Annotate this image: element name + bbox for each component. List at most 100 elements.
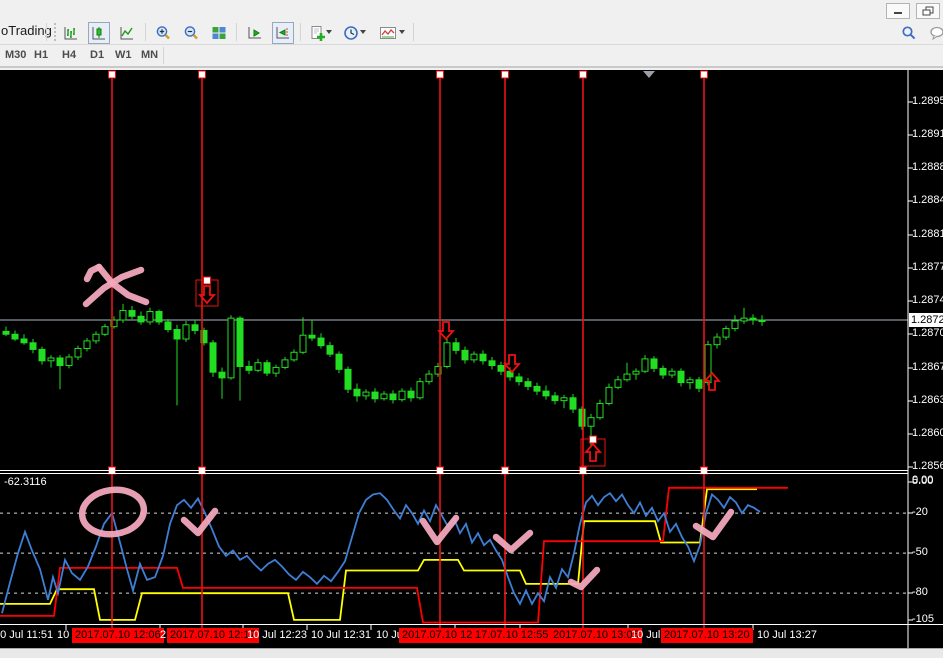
- tf-mn[interactable]: MN: [138, 48, 161, 62]
- candle: [344, 366, 352, 394]
- zoom-in-button[interactable]: [152, 22, 174, 44]
- candle: [209, 339, 217, 377]
- search-button[interactable]: [898, 22, 920, 44]
- candle: [371, 388, 379, 403]
- candlestick-chart-button[interactable]: [88, 22, 110, 44]
- candle: [254, 358, 262, 373]
- tf-h4[interactable]: H4: [59, 48, 79, 62]
- candle: [497, 361, 505, 376]
- indicator-scale-label: -105: [912, 613, 935, 625]
- vline-handle-top[interactable]: [108, 70, 116, 79]
- indicators-button[interactable]: [306, 22, 328, 44]
- minimize-icon: [894, 12, 902, 14]
- candle: [380, 391, 388, 401]
- sell-arrow-icon[interactable]: [437, 321, 455, 341]
- price-scale-label: 1.2860: [912, 427, 943, 439]
- templates-icon: [380, 27, 396, 39]
- auto-scroll-button[interactable]: [244, 22, 266, 44]
- arrow-handle[interactable]: [203, 276, 211, 285]
- candle: [20, 334, 28, 345]
- arrow-handle[interactable]: [589, 435, 597, 444]
- candle: [488, 357, 496, 370]
- candle: [650, 356, 658, 373]
- autotrading-button[interactable]: oTrading: [1, 23, 52, 38]
- candle: [353, 383, 361, 402]
- annotation-circle[interactable]: [78, 486, 148, 538]
- zoom-out-button[interactable]: [180, 22, 202, 44]
- periods-button[interactable]: [340, 22, 362, 44]
- candle: [677, 368, 685, 387]
- chat-icon: [929, 26, 943, 41]
- price-scale-label: 1.2877: [912, 261, 943, 273]
- candle: [560, 394, 568, 409]
- auto-scroll-icon: [248, 27, 261, 39]
- candle: [452, 338, 460, 355]
- candle: [614, 375, 622, 390]
- line-chart-button[interactable]: [116, 22, 138, 44]
- vline-handle-top[interactable]: [501, 70, 509, 79]
- zoom-in-icon: [156, 26, 170, 40]
- tf-m30[interactable]: M30: [2, 48, 29, 62]
- vline-handle-top[interactable]: [579, 70, 587, 79]
- candle: [308, 320, 316, 341]
- vline-handle-top[interactable]: [700, 70, 708, 79]
- candle: [173, 324, 181, 406]
- annotation-checkmark[interactable]: [692, 508, 735, 541]
- tf-d1[interactable]: D1: [87, 48, 107, 62]
- templates-button[interactable]: [377, 22, 399, 44]
- candle: [524, 377, 532, 391]
- candle: [74, 345, 82, 360]
- annotation-checkmark[interactable]: [180, 507, 219, 537]
- chart-shift-icon: [276, 27, 289, 39]
- annotation-checkmark[interactable]: [567, 566, 601, 591]
- periods-dropdown-caret[interactable]: [360, 30, 366, 34]
- chart-canvas[interactable]: [0, 70, 943, 648]
- chat-button[interactable]: [926, 22, 943, 44]
- sell-arrow-icon[interactable]: [503, 354, 521, 374]
- price-scale-label: 1.2891: [912, 128, 943, 140]
- restore-button[interactable]: [916, 3, 940, 19]
- candle: [569, 393, 577, 413]
- separator: [46, 23, 47, 41]
- periods-clock-icon: [344, 26, 358, 40]
- candle: [164, 319, 172, 333]
- candle: [407, 387, 415, 402]
- annotation-checkmark[interactable]: [492, 529, 534, 554]
- chart-shift-button[interactable]: [272, 22, 294, 44]
- tf-w1[interactable]: W1: [112, 48, 135, 62]
- time-axis[interactable]: 10 Jul 11:5110 J2017.07.10 12:062:2017.0…: [0, 625, 943, 648]
- candle: [425, 370, 433, 385]
- candle: [263, 359, 271, 376]
- templates-dropdown-caret[interactable]: [399, 30, 405, 34]
- candle: [695, 376, 703, 393]
- indicators-dropdown-caret[interactable]: [326, 30, 332, 34]
- indicator-scale-label: -50: [912, 546, 928, 558]
- buy-arrow-icon[interactable]: [584, 442, 602, 462]
- price-scale-label: 1.2856: [912, 460, 943, 472]
- candle: [299, 317, 307, 355]
- candle: [731, 315, 739, 332]
- chart-area[interactable]: 1.2895 1.2891 1.2888 1.2884 1.2881 1.2877 1.28…: [0, 70, 943, 648]
- tile-windows-button[interactable]: [208, 22, 230, 44]
- candle: [713, 333, 721, 349]
- candle: [281, 357, 289, 370]
- vline-handle-top[interactable]: [436, 70, 444, 79]
- tf-h1[interactable]: H1: [31, 48, 51, 62]
- vline-handle-top[interactable]: [198, 70, 206, 79]
- time-label-highlighted: 17.07.10 12:55: [472, 628, 552, 643]
- price-scale-label: 1.2881: [912, 228, 943, 240]
- separator: [236, 23, 237, 41]
- candle: [29, 339, 37, 354]
- indicator-scale-label: -20: [912, 506, 928, 518]
- candle: [47, 355, 55, 368]
- annotation-x-mark[interactable]: [83, 263, 103, 283]
- candle: [542, 385, 550, 400]
- minimize-button[interactable]: [886, 3, 910, 19]
- candle: [389, 390, 397, 404]
- candle: [119, 303, 127, 323]
- bar-chart-button[interactable]: [60, 22, 82, 44]
- toolbar-grip[interactable]: [54, 23, 56, 41]
- candle: [227, 315, 235, 380]
- candle: [461, 346, 469, 364]
- oscillator-line-step-red: [0, 486, 788, 624]
